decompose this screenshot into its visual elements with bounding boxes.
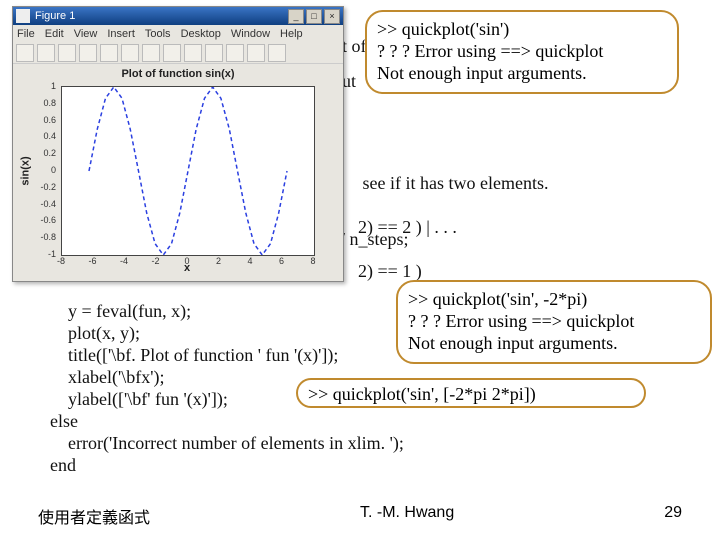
- code-line: ylabel(['\bf' fun '(x)']);: [50, 389, 228, 409]
- ytick-label: 0.6: [43, 115, 56, 125]
- occluded-line: see if it has two elements.: [358, 173, 548, 193]
- ytick-label: -0.6: [40, 215, 56, 225]
- ytick-label: 0.8: [43, 98, 56, 108]
- menu-file[interactable]: File: [17, 28, 35, 40]
- ytick-label: -1: [48, 249, 56, 259]
- callout-error-2: >> quickplot('sin', -2*pi) ? ? ? Error u…: [396, 280, 712, 364]
- code-line: end: [50, 455, 76, 475]
- axes-title: Plot of function sin(x): [13, 68, 343, 80]
- yticks: -1-0.8-0.6-0.4-0.200.20.40.60.81: [31, 86, 59, 254]
- menu-insert[interactable]: Insert: [107, 28, 135, 40]
- callout-success: >> quickplot('sin', [-2*pi 2*pi]): [296, 378, 646, 408]
- xlabel: x: [61, 262, 313, 274]
- code-line: xlabel('\bfx');: [50, 367, 164, 387]
- occluded-text: ut: [342, 70, 356, 92]
- code-line: else: [50, 411, 78, 431]
- ytick-label: 0.2: [43, 148, 56, 158]
- callout-line: >> quickplot('sin', -2*pi): [408, 288, 700, 310]
- callout-line: >> quickplot('sin'): [377, 18, 667, 40]
- menubar: File Edit View Insert Tools Desktop Wind…: [13, 25, 343, 43]
- menu-help[interactable]: Help: [280, 28, 303, 40]
- toolbar-button[interactable]: [184, 44, 202, 62]
- figure-area: Plot of function sin(x) sin(x) -1-0.8-0.…: [13, 64, 343, 278]
- ytick-label: -0.2: [40, 182, 56, 192]
- toolbar-button[interactable]: [37, 44, 55, 62]
- toolbar-button[interactable]: [142, 44, 160, 62]
- footer-left: 使用者定義函式: [38, 504, 150, 528]
- footer-center: T. -M. Hwang: [360, 504, 454, 528]
- callout-error-1: >> quickplot('sin') ? ? ? Error using ==…: [365, 10, 679, 94]
- toolbar-button[interactable]: [16, 44, 34, 62]
- menu-edit[interactable]: Edit: [45, 28, 64, 40]
- toolbar-button[interactable]: [58, 44, 76, 62]
- code-line: plot(x, y);: [50, 323, 140, 343]
- minimize-button[interactable]: _: [288, 9, 304, 24]
- occluded-text: t of: [342, 35, 367, 57]
- ytick-label: 1: [51, 81, 56, 91]
- menu-tools[interactable]: Tools: [145, 28, 171, 40]
- code-line: y = feval(fun, x);: [50, 301, 191, 321]
- sine-plot: [62, 87, 314, 255]
- maximize-button[interactable]: □: [306, 9, 322, 24]
- ytick-label: 0.4: [43, 131, 56, 141]
- callout-line: ? ? ? Error using ==> quickplot: [377, 40, 667, 62]
- window-title: Figure 1: [35, 10, 288, 22]
- toolbar-button[interactable]: [205, 44, 223, 62]
- toolbar-button[interactable]: [100, 44, 118, 62]
- occluded-text: / n_steps;: [340, 228, 409, 250]
- slide: t of ut see if it has two elements. 2) =…: [0, 0, 720, 540]
- callout-line: ? ? ? Error using ==> quickplot: [408, 310, 700, 332]
- code-line: error('Incorrect number of elements in x…: [50, 433, 404, 453]
- toolbar: [13, 43, 343, 64]
- footer: 使用者定義函式 T. -M. Hwang 29: [0, 504, 720, 528]
- callout-line: Not enough input arguments.: [377, 62, 667, 84]
- toolbar-button[interactable]: [226, 44, 244, 62]
- axes: [61, 86, 315, 256]
- toolbar-button[interactable]: [268, 44, 286, 62]
- toolbar-button[interactable]: [121, 44, 139, 62]
- matlab-figure-window: Figure 1 _ □ × File Edit View Insert Too…: [12, 6, 344, 282]
- ytick-label: -0.4: [40, 199, 56, 209]
- titlebar: Figure 1 _ □ ×: [13, 7, 343, 25]
- toolbar-button[interactable]: [79, 44, 97, 62]
- code-line: title(['\bf. Plot of function ' fun '(x)…: [50, 345, 338, 365]
- callout-line: >> quickplot('sin', [-2*pi 2*pi]): [308, 383, 634, 405]
- toolbar-button[interactable]: [163, 44, 181, 62]
- close-button[interactable]: ×: [324, 9, 340, 24]
- ytick-label: -0.8: [40, 232, 56, 242]
- toolbar-button[interactable]: [247, 44, 265, 62]
- menu-desktop[interactable]: Desktop: [181, 28, 221, 40]
- footer-right: 29: [664, 504, 682, 528]
- menu-window[interactable]: Window: [231, 28, 270, 40]
- window-buttons: _ □ ×: [288, 9, 340, 24]
- menu-view[interactable]: View: [74, 28, 98, 40]
- callout-line: Not enough input arguments.: [408, 332, 700, 354]
- ytick-label: 0: [51, 165, 56, 175]
- app-icon: [16, 9, 30, 23]
